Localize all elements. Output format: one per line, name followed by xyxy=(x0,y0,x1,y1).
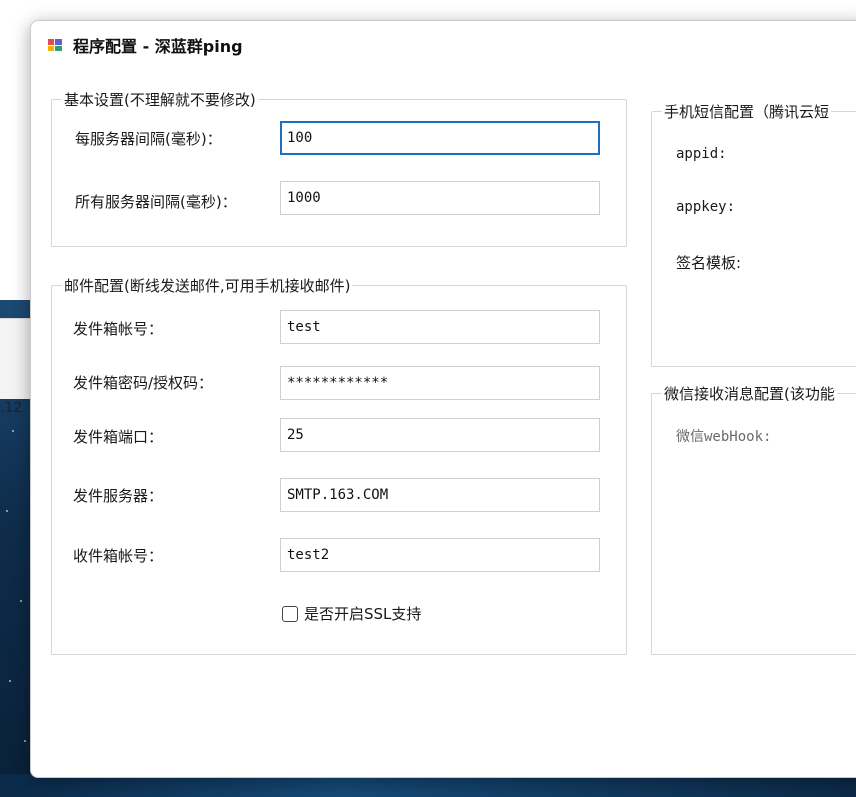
receiver-account-input[interactable] xyxy=(280,538,600,572)
sign-template-label: 签名模板: xyxy=(676,254,742,272)
ssl-checkbox[interactable] xyxy=(282,605,298,622)
basic-settings-group: 基本设置(不理解就不要修改) xyxy=(51,89,627,247)
appkey-label: appkey: xyxy=(676,199,736,215)
mail-settings-legend: 邮件配置(断线发送邮件,可用手机接收邮件) xyxy=(64,277,351,295)
ssl-checkbox-label: 是否开启SSL支持 xyxy=(304,605,422,623)
window-title: 程序配置 - 深蓝群ping xyxy=(73,37,243,56)
webhook-label: 微信webHook: xyxy=(676,429,772,445)
basic-settings-legend: 基本设置(不理解就不要修改) xyxy=(64,91,256,109)
sender-password-label: 发件箱密码/授权码： xyxy=(73,374,214,392)
sender-server-label: 发件服务器： xyxy=(73,487,164,505)
per-server-interval-label: 每服务器间隔(毫秒)： xyxy=(75,130,222,148)
title-bar[interactable]: 程序配置 - 深蓝群ping xyxy=(31,21,856,67)
receiver-account-label: 收件箱帐号： xyxy=(73,547,164,565)
config-window: 程序配置 - 深蓝群ping 基本设置(不理解就不要修改) 每服务器间隔(毫秒)… xyxy=(30,20,856,778)
background-partial-text: .12 xyxy=(0,400,23,416)
all-server-interval-input[interactable] xyxy=(280,181,600,215)
per-server-interval-input[interactable] xyxy=(280,121,600,155)
sms-settings-legend: 手机短信配置（腾讯云短 xyxy=(664,103,830,121)
wechat-settings-group: 微信接收消息配置(该功能 xyxy=(651,383,856,655)
sender-port-input[interactable] xyxy=(280,418,600,452)
ssl-checkbox-row[interactable]: 是否开启SSL支持 xyxy=(282,603,421,624)
sender-password-input[interactable] xyxy=(280,366,600,400)
wechat-settings-legend: 微信接收消息配置(该功能 xyxy=(664,385,835,403)
sender-account-label: 发件箱帐号： xyxy=(73,320,164,338)
sender-server-input[interactable] xyxy=(280,478,600,512)
sms-settings-group: 手机短信配置（腾讯云短 xyxy=(651,101,856,367)
app-icon xyxy=(48,39,62,51)
sender-account-input[interactable] xyxy=(280,310,600,344)
appid-label: appid: xyxy=(676,146,727,162)
sender-port-label: 发件箱端口： xyxy=(73,428,164,446)
all-server-interval-label: 所有服务器间隔(毫秒)： xyxy=(75,193,237,211)
